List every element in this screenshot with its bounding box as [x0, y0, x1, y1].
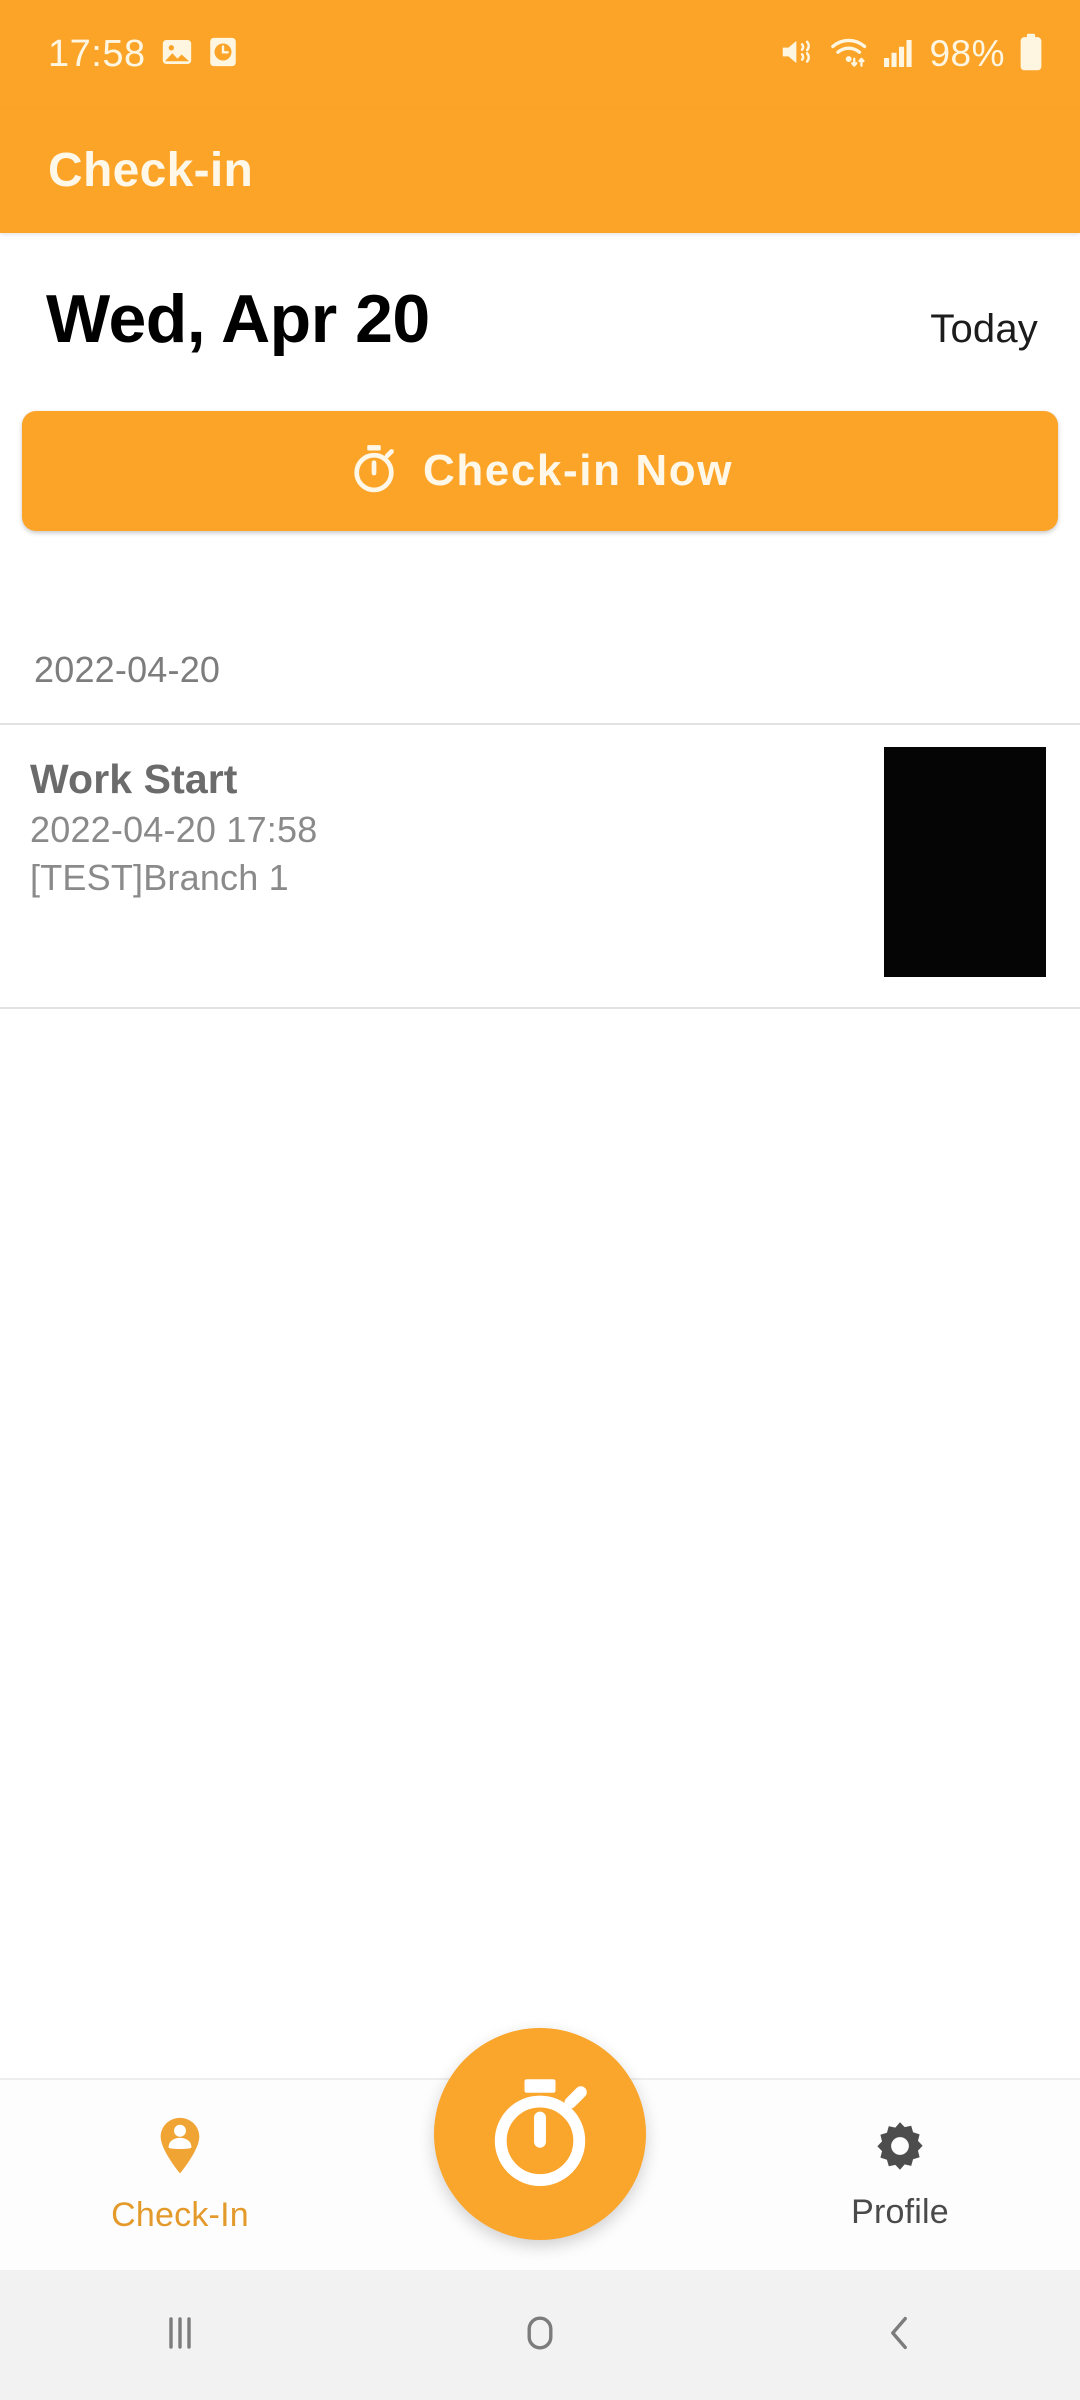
alarm-clock-icon — [208, 35, 238, 74]
list-item-branch: [TEST]Branch 1 — [30, 857, 289, 899]
back-button[interactable] — [720, 2270, 1080, 2400]
list-item-timestamp: 2022-04-20 17:58 — [30, 809, 318, 851]
list-divider-bottom — [0, 1007, 1080, 1009]
page-title: Check-in — [48, 144, 254, 197]
battery-percent-label: 98% — [929, 33, 1005, 74]
cellular-signal-icon — [882, 34, 916, 75]
gallery-icon — [160, 35, 194, 74]
list-item-photo-thumbnail[interactable] — [884, 747, 1046, 977]
nav-item-profile[interactable]: Profile — [720, 2080, 1080, 2270]
nav-label-check-in: Check-In — [111, 2196, 249, 2234]
status-bar-left: 17:58 — [48, 33, 238, 76]
check-in-now-button[interactable]: Check-in Now — [22, 411, 1058, 531]
home-button[interactable] — [360, 2270, 720, 2400]
check-in-now-label: Check-in Now — [422, 446, 734, 495]
phone-screen: 17:58 98% Check-in Wed, Apr 20 Today Che… — [0, 0, 1080, 2400]
system-navigation-bar — [0, 2270, 1080, 2400]
map-pin-person-icon — [153, 2115, 207, 2182]
main-content: Wed, Apr 20 Today Check-in Now 2022-04-2… — [0, 233, 1080, 2078]
check-in-fab[interactable] — [434, 2028, 646, 2240]
stopwatch-icon — [347, 442, 401, 501]
recents-icon — [156, 2309, 204, 2362]
list-section-date: 2022-04-20 — [34, 649, 221, 690]
list-item[interactable]: Work Start 2022-04-20 17:58 [TEST]Branch… — [0, 725, 1080, 1007]
today-label[interactable]: Today — [930, 307, 1038, 352]
battery-icon — [1018, 33, 1044, 76]
recents-button[interactable] — [0, 2270, 360, 2400]
app-bar: Check-in — [0, 108, 1080, 233]
back-icon — [876, 2309, 924, 2362]
status-bar-clock: 17:58 — [48, 32, 146, 75]
current-date-label: Wed, Apr 20 — [46, 281, 430, 357]
bottom-navigation-bar: Check-In Profile — [0, 2028, 1080, 2270]
mute-vibrate-icon — [778, 33, 816, 76]
date-header-row: Wed, Apr 20 Today — [0, 233, 1080, 353]
gear-icon — [872, 2118, 928, 2179]
status-bar: 17:58 98% — [0, 0, 1080, 108]
list-item-texts: Work Start 2022-04-20 17:58 [TEST]Branch… — [30, 753, 317, 902]
stopwatch-icon — [478, 2070, 602, 2199]
nav-label-profile: Profile — [851, 2193, 949, 2231]
home-icon — [516, 2309, 564, 2362]
nav-item-check-in[interactable]: Check-In — [0, 2080, 360, 2270]
wifi-icon — [829, 33, 869, 76]
list-item-title: Work Start — [30, 756, 238, 802]
status-bar-right: 98% — [778, 33, 1044, 76]
